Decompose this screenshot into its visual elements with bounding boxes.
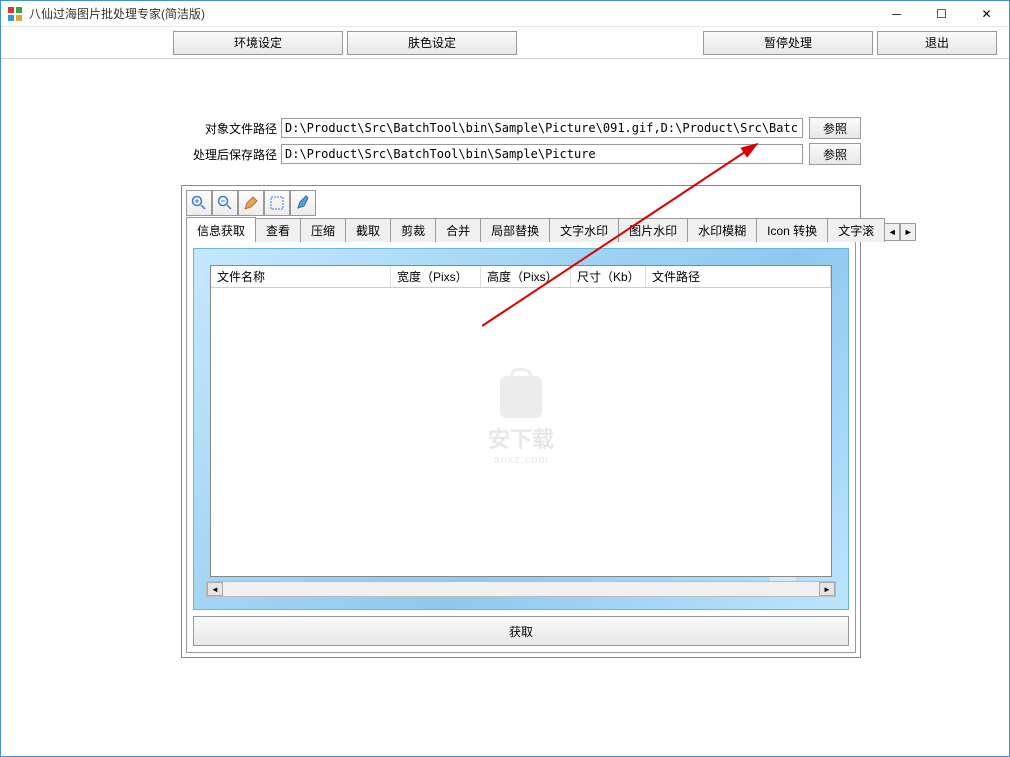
tab-8[interactable]: 图片水印	[618, 218, 688, 242]
window-controls: ─ ☐ ✕	[874, 1, 1009, 26]
column-header-0[interactable]: 文件名称	[211, 266, 391, 287]
preview-panel: 文件名称宽度（Pixs）高度（Pixs）尺寸（Kb）文件路径 安下载 anxz.…	[193, 248, 849, 610]
icon-toolbar	[186, 190, 856, 216]
tab-9[interactable]: 水印模糊	[687, 218, 757, 242]
titlebar: 八仙过海图片批处理专家(简洁版) ─ ☐ ✕	[1, 1, 1009, 27]
skin-settings-button[interactable]: 肤色设定	[347, 31, 517, 55]
env-settings-button[interactable]: 环境设定	[173, 31, 343, 55]
tab-2[interactable]: 压缩	[300, 218, 346, 242]
select-rect-icon[interactable]	[264, 190, 290, 216]
pencil-icon[interactable]	[238, 190, 264, 216]
tab-10[interactable]: Icon 转换	[756, 218, 828, 242]
tab-1[interactable]: 查看	[255, 218, 301, 242]
exit-button[interactable]: 退出	[877, 31, 997, 55]
tab-6[interactable]: 局部替换	[480, 218, 550, 242]
column-header-2[interactable]: 高度（Pixs）	[481, 266, 571, 287]
tab-5[interactable]: 合并	[435, 218, 481, 242]
tab-4[interactable]: 剪裁	[390, 218, 436, 242]
top-toolbar: 环境设定 肤色设定 暂停处理 退出	[1, 27, 1009, 59]
column-header-4[interactable]: 文件路径	[646, 266, 831, 287]
tab-7[interactable]: 文字水印	[549, 218, 619, 242]
window-title: 八仙过海图片批处理专家(简洁版)	[29, 5, 874, 22]
dest-path-input[interactable]	[281, 144, 803, 164]
tab-3[interactable]: 截取	[345, 218, 391, 242]
tab-scroll-right[interactable]: ►	[900, 223, 916, 241]
horizontal-scrollbar[interactable]: ◄ ►	[206, 581, 836, 597]
maximize-button[interactable]: ☐	[919, 1, 964, 26]
minimize-button[interactable]: ─	[874, 1, 919, 26]
watermark: 安下载 anxz.com	[488, 376, 554, 466]
tab-11[interactable]: 文字滚	[827, 218, 885, 242]
file-table: 文件名称宽度（Pixs）高度（Pixs）尺寸（Kb）文件路径 安下载 anxz.…	[210, 265, 832, 577]
zoom-out-icon[interactable]	[212, 190, 238, 216]
eyedropper-icon[interactable]	[290, 190, 316, 216]
tab-scroll-left[interactable]: ◄	[884, 223, 900, 241]
source-browse-button[interactable]: 参照	[809, 117, 861, 139]
source-path-label: 对象文件路径	[191, 120, 277, 137]
source-path-input[interactable]	[281, 118, 803, 138]
app-icon	[7, 6, 23, 22]
tab-bar: 信息获取查看压缩截取剪裁合并局部替换文字水印图片水印水印模糊Icon 转换文字滚…	[186, 220, 856, 242]
column-header-3[interactable]: 尺寸（Kb）	[571, 266, 646, 287]
scroll-right-button[interactable]: ►	[819, 582, 835, 596]
dest-path-label: 处理后保存路径	[191, 146, 277, 163]
column-header-1[interactable]: 宽度（Pixs）	[391, 266, 481, 287]
dest-browse-button[interactable]: 参照	[809, 143, 861, 165]
acquire-button[interactable]: 获取	[193, 616, 849, 646]
tab-0[interactable]: 信息获取	[186, 217, 256, 242]
pause-button[interactable]: 暂停处理	[703, 31, 873, 55]
content-area: 对象文件路径 参照 处理后保存路径 参照 信息获取查看压缩截取剪裁合并局部替换文…	[1, 59, 1009, 756]
scroll-left-button[interactable]: ◄	[207, 582, 223, 596]
zoom-in-icon[interactable]	[186, 190, 212, 216]
close-button[interactable]: ✕	[964, 1, 1009, 26]
